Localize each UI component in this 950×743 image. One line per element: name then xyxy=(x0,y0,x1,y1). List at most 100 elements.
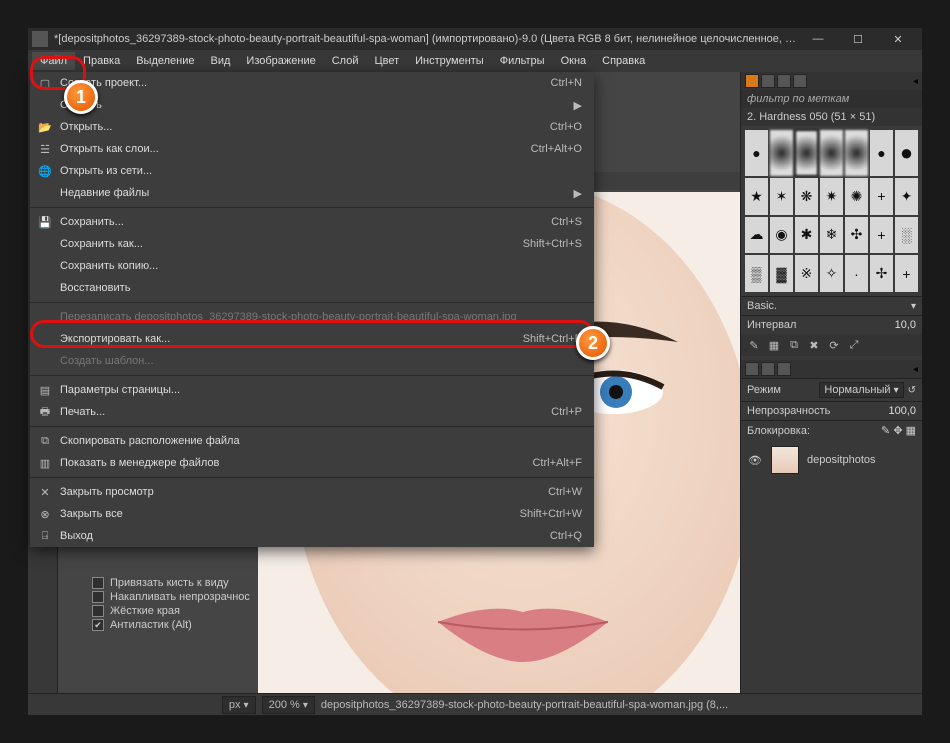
brush-cell[interactable]: ● xyxy=(895,130,918,176)
brush-title: 2. Hardness 050 (51 × 51) xyxy=(741,108,922,126)
menu-item-save[interactable]: 💾Сохранить...Ctrl+S xyxy=(30,211,594,233)
brush-cell[interactable]: ✷ xyxy=(820,178,843,215)
menu-item-export-as[interactable]: Экспортировать как...Shift+Ctrl+E xyxy=(30,328,594,350)
close-button[interactable]: ✕ xyxy=(878,28,918,50)
tab-history-icon[interactable] xyxy=(793,74,807,88)
lock-row[interactable]: Блокировка: ✎ ✥ ▦ xyxy=(741,420,922,440)
menu-item-save-copy[interactable]: Сохранить копию... xyxy=(30,255,594,277)
menu-item-open[interactable]: 📂Открыть...Ctrl+O xyxy=(30,116,594,138)
menu-item-quit[interactable]: ⍈ВыходCtrl+Q xyxy=(30,525,594,547)
open-brush-icon[interactable]: ⤢ xyxy=(847,338,861,352)
brush-cell[interactable]: ✶ xyxy=(770,178,793,215)
menu-help[interactable]: Справка xyxy=(594,52,653,70)
opacity-row[interactable]: Непрозрачность100,0 xyxy=(741,401,922,420)
brush-cell[interactable]: ✢ xyxy=(870,255,893,292)
brush-cell[interactable]: ✱ xyxy=(795,217,818,254)
brush-cell[interactable]: ● xyxy=(870,130,893,176)
brush-spacing-row[interactable]: Интервал10,0 xyxy=(741,315,922,334)
brush-cell[interactable] xyxy=(845,130,868,176)
layers-dock-tabs[interactable]: ◂ xyxy=(741,360,922,378)
menu-image[interactable]: Изображение xyxy=(238,52,323,70)
brush-cell[interactable] xyxy=(770,130,793,176)
brush-cell[interactable]: ※ xyxy=(795,255,818,292)
menu-item-open-location[interactable]: 🌐Открыть из сети... xyxy=(30,160,594,182)
brush-cell[interactable]: ☁ xyxy=(745,217,768,254)
unit-select[interactable]: px ▾ xyxy=(222,696,256,714)
brush-cell-selected[interactable] xyxy=(795,130,818,176)
opt-anti-erase[interactable]: ✔Антиластик (Alt) xyxy=(92,619,252,631)
brush-grid[interactable]: ● ● ● ★ ✶ ❋ ✷ ✺ + ✦ ☁ ◉ ✱ xyxy=(741,126,922,296)
tab-layers-icon[interactable] xyxy=(745,362,759,376)
lock-position-icon[interactable]: ✥ xyxy=(893,424,902,437)
brush-cell[interactable]: ★ xyxy=(745,178,768,215)
lock-alpha-icon[interactable]: ▦ xyxy=(906,424,916,437)
panel-menu-icon[interactable]: ◂ xyxy=(913,364,918,375)
tab-patterns-icon[interactable] xyxy=(761,74,775,88)
brush-cell[interactable]: · xyxy=(845,255,868,292)
maximize-button[interactable]: ☐ xyxy=(838,28,878,50)
tab-channels-icon[interactable] xyxy=(761,362,775,376)
menu-item-page-setup[interactable]: ▤Параметры страницы... xyxy=(30,379,594,401)
menu-color[interactable]: Цвет xyxy=(366,52,407,70)
brush-cell[interactable] xyxy=(820,130,843,176)
brush-cell[interactable]: ✺ xyxy=(845,178,868,215)
menu-item-save-as[interactable]: Сохранить как...Shift+Ctrl+S xyxy=(30,233,594,255)
brush-cell[interactable]: ▓ xyxy=(770,255,793,292)
menu-item-create-template[interactable]: Создать шаблон... xyxy=(30,350,594,372)
menu-windows[interactable]: Окна xyxy=(553,52,595,70)
refresh-brush-icon[interactable]: ⟳ xyxy=(827,338,841,352)
menu-item-show-in-fm[interactable]: ▥Показать в менеджере файловCtrl+Alt+F xyxy=(30,452,594,474)
menu-item-recent[interactable]: Недавние файлы▶ xyxy=(30,182,594,204)
tab-fonts-icon[interactable] xyxy=(777,74,791,88)
menu-file[interactable]: Файл xyxy=(32,52,75,70)
menu-item-open-layers[interactable]: ☱Открыть как слои...Ctrl+Alt+O xyxy=(30,138,594,160)
brush-cell[interactable]: + xyxy=(895,255,918,292)
brush-cell[interactable]: ✦ xyxy=(895,178,918,215)
brush-cell[interactable]: ✧ xyxy=(820,255,843,292)
delete-brush-icon[interactable]: ✖ xyxy=(807,338,821,352)
menu-item-revert[interactable]: Восстановить xyxy=(30,277,594,299)
opt-snap-brush[interactable]: Привязать кисть к виду xyxy=(92,577,252,589)
brush-preset-row[interactable]: Basic.▾ xyxy=(741,296,922,315)
menu-tools[interactable]: Инструменты xyxy=(407,52,492,70)
opt-accumulate[interactable]: Накапливать непрозрачнос xyxy=(92,591,252,603)
minimize-button[interactable]: — xyxy=(798,28,838,50)
menu-view[interactable]: Вид xyxy=(203,52,239,70)
layer-row[interactable]: 👁 depositphotos xyxy=(741,440,922,480)
mode-reset-icon[interactable]: ↺ xyxy=(908,385,916,396)
menu-item-close-all[interactable]: ⊗Закрыть всеShift+Ctrl+W xyxy=(30,503,594,525)
menu-item-create[interactable]: Создать▶ xyxy=(30,94,594,116)
menu-item-new[interactable]: ▢Создать проект...Ctrl+N xyxy=(30,72,594,94)
brush-cell[interactable]: ❄ xyxy=(820,217,843,254)
menu-edit[interactable]: Правка xyxy=(75,52,128,70)
zoom-select[interactable]: 200 % ▾ xyxy=(262,696,315,714)
menu-filters[interactable]: Фильтры xyxy=(492,52,553,70)
menu-item-print[interactable]: 🖶Печать...Ctrl+P xyxy=(30,401,594,423)
layer-name[interactable]: depositphotos xyxy=(807,454,876,466)
tab-brushes-icon[interactable] xyxy=(745,74,759,88)
menu-item-copy-location[interactable]: ⧉Скопировать расположение файла xyxy=(30,430,594,452)
menu-select[interactable]: Выделение xyxy=(128,52,202,70)
panel-menu-icon[interactable]: ◂ xyxy=(913,76,918,87)
brush-cell[interactable]: + xyxy=(870,217,893,254)
tab-paths-icon[interactable] xyxy=(777,362,791,376)
dock-tabs[interactable]: ◂ xyxy=(741,72,922,90)
opt-hard-edge[interactable]: Жёсткие края xyxy=(92,605,252,617)
menu-item-close-view[interactable]: ✕Закрыть просмотрCtrl+W xyxy=(30,481,594,503)
brush-filter-input[interactable]: фильтр по меткам xyxy=(741,90,922,108)
blend-mode-row[interactable]: Режим Нормальный ▾ ↺ xyxy=(741,378,922,401)
brush-cell[interactable]: ❋ xyxy=(795,178,818,215)
brush-cell[interactable]: ▒ xyxy=(745,255,768,292)
menu-layer[interactable]: Слой xyxy=(324,52,367,70)
brush-cell[interactable]: + xyxy=(870,178,893,215)
edit-brush-icon[interactable]: ✎ xyxy=(747,338,761,352)
brush-cell[interactable]: ◉ xyxy=(770,217,793,254)
lock-pixels-icon[interactable]: ✎ xyxy=(881,424,890,437)
brush-cell[interactable]: ✣ xyxy=(845,217,868,254)
new-brush-icon[interactable]: ▦ xyxy=(767,338,781,352)
brush-cell[interactable]: ● xyxy=(745,130,768,176)
visibility-icon[interactable]: 👁 xyxy=(747,454,763,467)
dup-brush-icon[interactable]: ⧉ xyxy=(787,338,801,352)
brush-cell[interactable]: ░ xyxy=(895,217,918,254)
menu-item-overwrite[interactable]: Перезаписать depositphotos_36297389-stoc… xyxy=(30,306,594,328)
